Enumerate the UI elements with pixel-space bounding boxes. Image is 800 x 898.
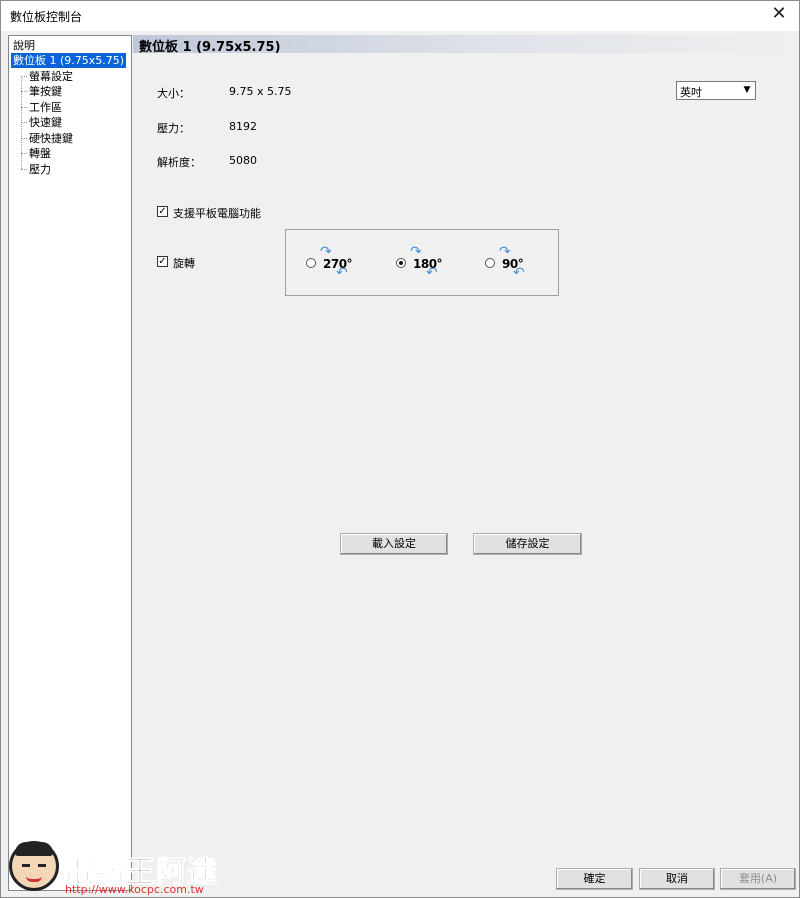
panel-header: 數位板 1 (9.75x5.75) — [133, 35, 799, 55]
pressure-label: 壓力： — [157, 122, 190, 135]
pressure-value: 8192 — [229, 120, 257, 133]
rotate-270-radio[interactable] — [306, 258, 316, 268]
watermark-url: http://www.kocpc.com.tw — [65, 883, 204, 896]
tree-item-shortcuts[interactable]: 快速鍵 — [27, 115, 64, 130]
close-icon[interactable]: ✕ — [769, 4, 789, 24]
mascot-face-icon — [9, 841, 59, 891]
apply-button[interactable]: 套用(A) — [720, 868, 796, 890]
tablet-pc-label: 支援平板電腦功能 — [173, 207, 261, 220]
title-bar: 數位板控制台 ✕ — [1, 1, 799, 31]
tree-item-work-area[interactable]: 工作區 — [27, 100, 64, 115]
rotate-label: 旋轉 — [173, 257, 195, 270]
rotate-180-radio[interactable] — [396, 258, 406, 268]
rotate-checkbox-row[interactable]: ✓ 旋轉 — [157, 255, 217, 270]
resolution-label: 解析度： — [157, 156, 201, 169]
resolution-value: 5080 — [229, 154, 257, 167]
tree-item-pressure[interactable]: 壓力 — [27, 162, 53, 177]
rotate-270-option[interactable]: ↷ 270° ↶ — [306, 245, 356, 281]
save-settings-button[interactable]: 儲存設定 — [473, 533, 582, 555]
tablet-settings-panel: 數位板 1 (9.75x5.75) 大小： 9.75 x 5.75 壓力： 81… — [133, 35, 799, 897]
tablet-control-window: 數位板控制台 ✕ 說明 數位板 1 (9.75x5.75) 螢幕設定 筆按鍵 工… — [0, 0, 800, 898]
rotate-90-option[interactable]: ↷ 90° ↶ — [485, 245, 535, 281]
watermark-logo: 電腦王阿達 http://www.kocpc.com.tw — [5, 841, 235, 897]
rotate-arrow-icon: ↶ — [336, 265, 348, 281]
unit-select-value: 英吋 — [680, 86, 702, 99]
size-label: 大小： — [157, 87, 190, 100]
tree-item-help[interactable]: 說明 — [11, 38, 37, 53]
load-settings-button[interactable]: 載入設定 — [340, 533, 448, 555]
window-title: 數位板控制台 — [10, 10, 83, 24]
tree-item-screen[interactable]: 螢幕設定 — [27, 69, 75, 84]
rotation-options: ↷ 270° ↶ ↷ 180° ↶ ↷ 90° ↶ — [285, 229, 559, 296]
rotate-180-option[interactable]: ↷ 180° ↶ — [396, 245, 446, 281]
rotate-arrow-icon: ↶ — [426, 265, 438, 281]
ok-button[interactable]: 確定 — [556, 868, 633, 890]
chevron-down-icon[interactable]: ▼ — [739, 82, 755, 99]
tablet-pc-checkbox[interactable]: ✓ — [157, 206, 168, 217]
panel-title: 數位板 1 (9.75x5.75) — [139, 40, 281, 55]
tree-item-pen-buttons[interactable]: 筆按鍵 — [27, 84, 64, 99]
tree-item-tablet[interactable]: 數位板 1 (9.75x5.75) — [11, 53, 127, 68]
size-value: 9.75 x 5.75 — [229, 85, 292, 98]
tree-item-hard-shortcuts[interactable]: 硬快捷鍵 — [27, 131, 75, 146]
settings-tree: 說明 數位板 1 (9.75x5.75) 螢幕設定 筆按鍵 工作區 快速鍵 硬快… — [8, 35, 132, 891]
rotate-checkbox[interactable]: ✓ — [157, 256, 168, 267]
rotate-arrow-icon: ↶ — [513, 265, 525, 281]
rotate-90-radio[interactable] — [485, 258, 495, 268]
tree-item-dial[interactable]: 轉盤 — [27, 146, 53, 161]
cancel-button[interactable]: 取消 — [639, 868, 715, 890]
tablet-pc-checkbox-row[interactable]: ✓ 支援平板電腦功能 — [157, 205, 297, 220]
unit-select[interactable]: 英吋 ▼ — [676, 81, 756, 100]
